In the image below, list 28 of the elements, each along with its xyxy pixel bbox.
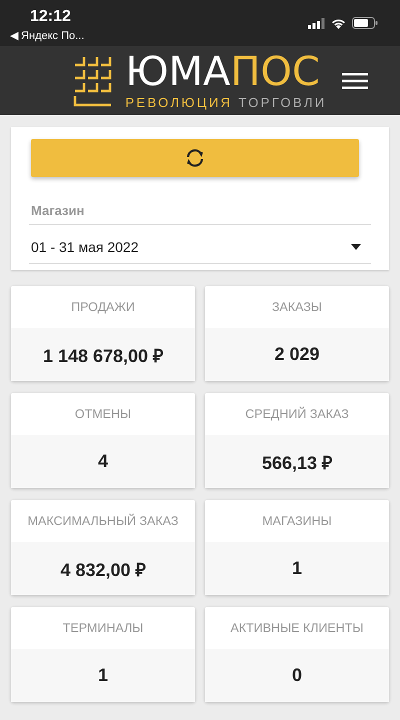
battery-icon (352, 17, 378, 29)
signal-icon (308, 18, 325, 28)
logo-tagline: РЕВОЛЮЦИЯ ТОРГОВЛИ (125, 94, 327, 110)
stat-value: 4 832,00 ₽ (11, 542, 195, 595)
store-field[interactable]: Магазин (29, 203, 371, 225)
stat-value: 1 (11, 649, 195, 702)
stat-label: ТЕРМИНАЛЫ (62, 620, 144, 637)
stat-label: МАГАЗИНЫ (261, 513, 333, 530)
stat-value: 1 148 678,00 ₽ (11, 328, 195, 381)
back-link[interactable]: ◀ Яндекс По... (10, 29, 84, 42)
status-time: 12:12 (30, 8, 71, 26)
stat-value: 4 (11, 435, 195, 488)
stat-value: 566,13 ₽ (205, 435, 389, 488)
logo-name: ЮМАПОС (125, 52, 321, 92)
stat-value: 1 (205, 542, 389, 595)
dropdown-caret-icon (351, 244, 361, 250)
stat-value: 0 (205, 649, 389, 702)
period-dropdown[interactable]: 01 - 31 мая 2022 (29, 239, 371, 264)
menu-icon[interactable] (342, 72, 368, 90)
stat-label: АКТИВНЫЕ КЛИЕНТЫ (229, 620, 364, 637)
refresh-icon (184, 148, 206, 168)
stat-label: ОТМЕНЫ (74, 406, 132, 423)
stat-value: 2 029 (205, 328, 389, 381)
stat-label: ЗАКАЗЫ (271, 299, 323, 316)
stat-label: СРЕДНИЙ ЗАКАЗ (244, 406, 350, 423)
stat-label: ПРОДАЖИ (70, 299, 136, 316)
stat-label: МАКСИМАЛЬНЫЙ ЗАКАЗ (26, 512, 180, 530)
wifi-icon (331, 18, 346, 28)
